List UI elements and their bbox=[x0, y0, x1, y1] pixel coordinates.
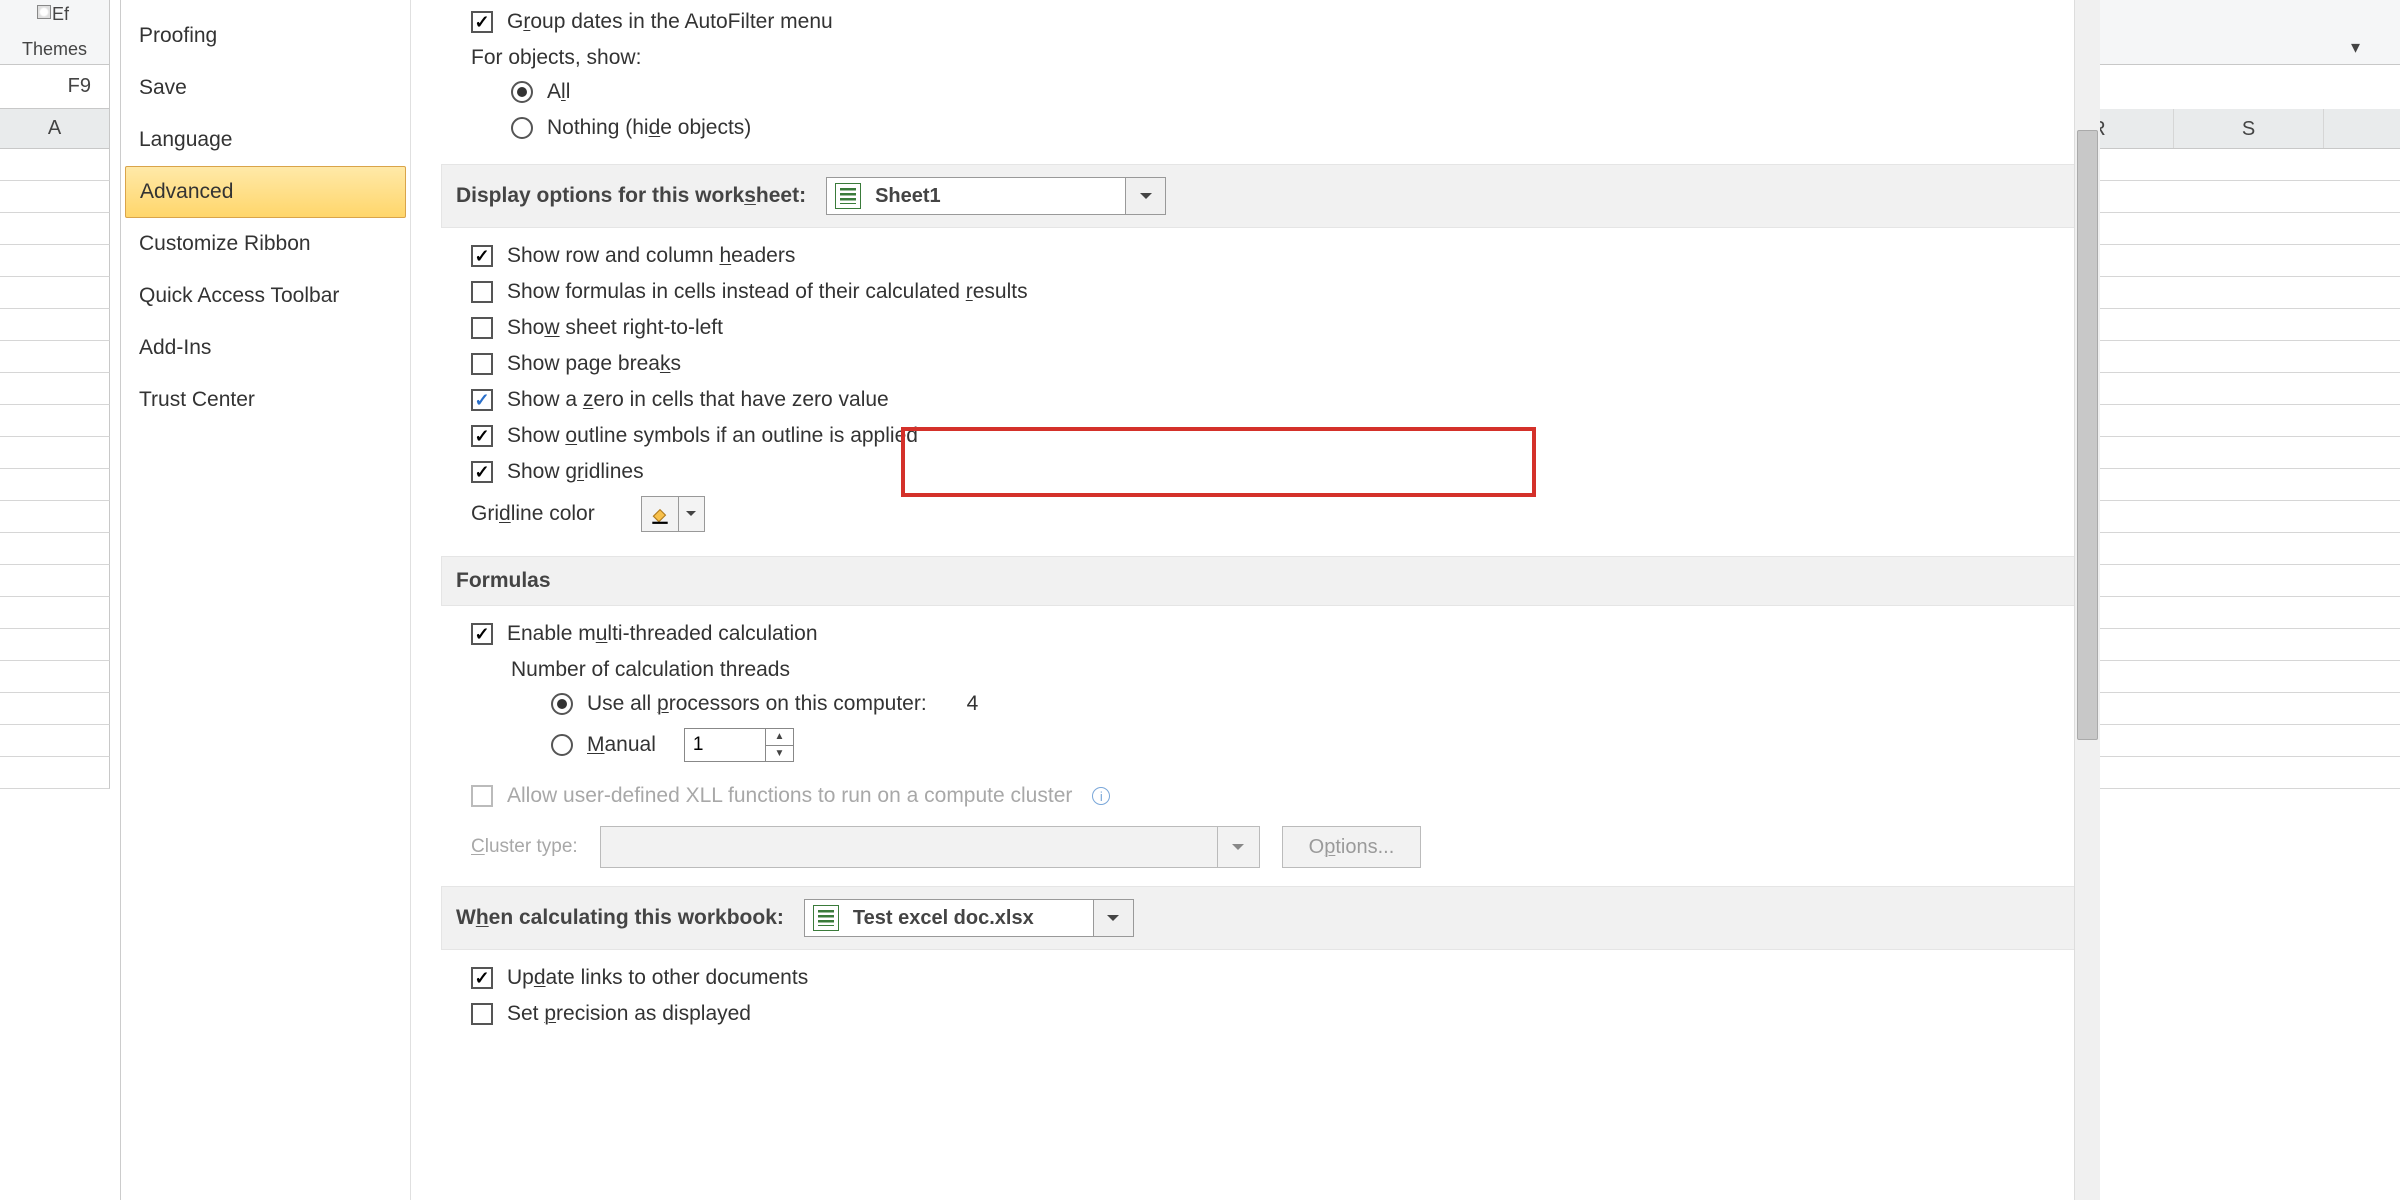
sidebar-item-proofing[interactable]: Proofing bbox=[121, 10, 410, 62]
ribbon-themes-fragment: Ef Themes bbox=[0, 0, 110, 65]
chevron-down-icon bbox=[1217, 827, 1259, 867]
chevron-down-icon bbox=[1125, 178, 1165, 214]
info-icon[interactable]: i bbox=[1092, 787, 1110, 805]
checkbox-icon bbox=[471, 11, 493, 33]
threads-label: Number of calculation threads bbox=[471, 652, 2080, 686]
checkbox-icon bbox=[471, 389, 493, 411]
radio-show-nothing[interactable]: Nothing (hide objects) bbox=[471, 110, 2080, 146]
manual-threads-spinner[interactable]: ▲▼ bbox=[684, 728, 794, 762]
gridline-color-picker[interactable] bbox=[641, 496, 705, 532]
radio-use-all-processors[interactable]: Use all processors on this computer: 4 bbox=[471, 686, 2080, 722]
chevron-down-icon bbox=[678, 497, 704, 531]
checkbox-icon bbox=[471, 1003, 493, 1025]
spinner-down-icon[interactable]: ▼ bbox=[766, 746, 793, 762]
spinner-up-icon[interactable]: ▲ bbox=[766, 729, 793, 746]
checkbox-icon bbox=[471, 245, 493, 267]
effects-icon bbox=[37, 5, 51, 19]
cluster-type-select bbox=[600, 826, 1260, 868]
options-sidebar: Proofing Save Language Advanced Customiz… bbox=[121, 0, 411, 1200]
sidebar-item-advanced[interactable]: Advanced bbox=[125, 166, 406, 218]
processor-count: 4 bbox=[967, 692, 979, 716]
display-option-5[interactable]: Show outline symbols if an outline is ap… bbox=[471, 418, 2080, 454]
sidebar-item-language[interactable]: Language bbox=[121, 114, 410, 166]
dropdown-icon[interactable]: ▾ bbox=[2351, 37, 2360, 58]
column-header-s[interactable]: S bbox=[2174, 109, 2324, 148]
radio-icon bbox=[511, 117, 533, 139]
xll-cluster-checkbox: Allow user-defined XLL functions to run … bbox=[471, 768, 2080, 814]
options-dialog: Proofing Save Language Advanced Customiz… bbox=[120, 0, 2100, 1200]
spinner-input[interactable] bbox=[685, 729, 765, 761]
display-option-0[interactable]: Show row and column headers bbox=[471, 238, 2080, 274]
objects-show-label: For objects, show: bbox=[471, 40, 2080, 74]
sidebar-item-customize-ribbon[interactable]: Customize Ribbon bbox=[121, 218, 410, 270]
cluster-type-label: Cluster type: bbox=[471, 836, 578, 858]
gridline-color-row: Gridline color bbox=[441, 490, 2080, 538]
radio-show-all[interactable]: All bbox=[471, 74, 2080, 110]
calc-workbook-section-header: When calculating this workbook: Test exc… bbox=[441, 886, 2080, 950]
options-content: Group dates in the AutoFilter menu For o… bbox=[411, 0, 2100, 1200]
content-scrollbar[interactable] bbox=[2074, 0, 2100, 1200]
display-option-2[interactable]: Show sheet right-to-left bbox=[471, 310, 2080, 346]
name-box[interactable]: F9 bbox=[0, 65, 110, 109]
radio-icon bbox=[551, 693, 573, 715]
radio-icon bbox=[551, 734, 573, 756]
display-option-3[interactable]: Show page breaks bbox=[471, 346, 2080, 382]
checkbox-icon bbox=[471, 967, 493, 989]
formulas-section-header: Formulas bbox=[441, 556, 2080, 606]
radio-icon bbox=[511, 81, 533, 103]
scrollbar-thumb[interactable] bbox=[2077, 130, 2098, 740]
display-option-6[interactable]: Show gridlines bbox=[471, 454, 2080, 490]
multi-threaded-checkbox[interactable]: Enable multi-threaded calculation bbox=[471, 616, 2080, 652]
column-header-a[interactable]: A bbox=[0, 109, 110, 149]
sidebar-item-trust-center[interactable]: Trust Center bbox=[121, 374, 410, 426]
group-dates-checkbox-row[interactable]: Group dates in the AutoFilter menu bbox=[471, 4, 2080, 40]
workbook-icon bbox=[813, 905, 839, 931]
paint-bucket-icon bbox=[642, 497, 678, 531]
cluster-options-button: Options... bbox=[1282, 826, 1422, 868]
worksheet-selector[interactable]: Sheet1 bbox=[826, 177, 1166, 215]
checkbox-icon bbox=[471, 785, 493, 807]
worksheet-grid-left bbox=[0, 149, 110, 1200]
update-links-checkbox[interactable]: Update links to other documents bbox=[471, 960, 2080, 996]
checkbox-icon bbox=[471, 425, 493, 447]
sidebar-item-qat[interactable]: Quick Access Toolbar bbox=[121, 270, 410, 322]
checkbox-icon bbox=[471, 461, 493, 483]
sidebar-item-addins[interactable]: Add-Ins bbox=[121, 322, 410, 374]
display-options-section-header: Display options for this worksheet: Shee… bbox=[441, 164, 2080, 228]
checkbox-icon bbox=[471, 317, 493, 339]
radio-manual-threads[interactable]: Manual ▲▼ bbox=[471, 722, 2080, 768]
checkbox-icon bbox=[471, 623, 493, 645]
display-option-4[interactable]: Show a zero in cells that have zero valu… bbox=[471, 382, 2080, 418]
workbook-selector[interactable]: Test excel doc.xlsx bbox=[804, 899, 1134, 937]
chevron-down-icon bbox=[1093, 900, 1133, 936]
themes-group-label: Themes bbox=[22, 39, 87, 60]
sidebar-item-save[interactable]: Save bbox=[121, 62, 410, 114]
worksheet-icon bbox=[835, 183, 861, 209]
checkbox-icon bbox=[471, 353, 493, 375]
checkbox-icon bbox=[471, 281, 493, 303]
display-option-1[interactable]: Show formulas in cells instead of their … bbox=[471, 274, 2080, 310]
set-precision-checkbox[interactable]: Set precision as displayed bbox=[471, 996, 2080, 1032]
effects-label-fragment: Ef bbox=[52, 4, 69, 25]
